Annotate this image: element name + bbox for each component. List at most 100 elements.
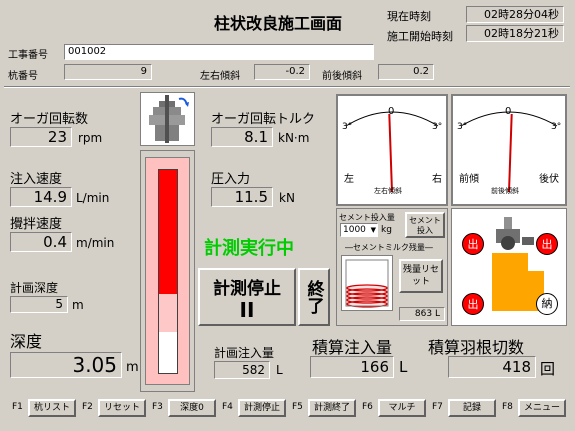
- tilt-fb-side-left: 前傾: [459, 174, 479, 185]
- machine-diagram: 出 出 出 納: [451, 208, 567, 326]
- remain-reset-label: 残量リセット: [402, 265, 439, 287]
- plan-inject-label: 計画注入量: [214, 346, 275, 360]
- current-time-label: 現在時刻: [387, 10, 431, 23]
- milk-tank: [341, 255, 393, 311]
- auger-speed-label: オーガ回転数: [10, 112, 89, 127]
- fkey-f6-key: F6: [362, 402, 373, 412]
- fkey-f7-button[interactable]: 記録: [448, 399, 496, 417]
- pressure-unit: kN: [279, 191, 295, 205]
- mix-speed-unit: m/min: [76, 236, 115, 250]
- tilt-fb-scale-right: 3°: [551, 122, 562, 132]
- total-blade-unit: 回: [540, 360, 556, 378]
- tilt-lr-scale-right: 3°: [432, 122, 443, 132]
- fkey-f1-button[interactable]: 杭リスト: [28, 399, 76, 417]
- divider: [4, 86, 570, 88]
- tilt-lr-gauge: 3° 0 3° 左 右 左右傾斜: [336, 94, 448, 206]
- fkey-f8-button[interactable]: メニュー: [518, 399, 566, 417]
- job-number-value: 001002: [64, 44, 374, 60]
- tilt-lr-label: 左右傾斜: [200, 71, 240, 82]
- inject-speed-unit: L/min: [76, 191, 110, 205]
- tilt-fb-label: 前後傾斜: [322, 71, 362, 82]
- inject-speed-label: 注入速度: [10, 172, 63, 187]
- cement-input-select[interactable]: 1000 ▼: [340, 223, 378, 237]
- inject-speed-value: 14.9: [10, 187, 72, 207]
- fkey-f1-key: F1: [12, 402, 23, 412]
- out-indicator-bottom-left: 出: [462, 293, 484, 315]
- fkey-f2-key: F2: [82, 402, 93, 412]
- start-time-value: 02時18分21秒: [466, 25, 564, 42]
- fkey-f4-key: F4: [222, 402, 233, 412]
- plan-inject-value: 582: [214, 361, 270, 379]
- fkey-f3-key: F3: [152, 402, 163, 412]
- fkey-f4-button[interactable]: 計測停止: [238, 399, 286, 417]
- mix-speed-value: 0.4: [10, 232, 72, 252]
- tilt-fb-side-right: 後伏: [539, 174, 559, 185]
- tilt-lr-scale-center: 0: [388, 106, 395, 117]
- total-inject-label: 積算注入量: [312, 338, 393, 357]
- current-depth-fill: [159, 170, 177, 294]
- pressure-value: 11.5: [211, 187, 273, 207]
- finish-label: 終了: [303, 280, 324, 314]
- plan-inject-unit: L: [276, 363, 283, 377]
- auger-torque-value: 8.1: [211, 127, 273, 147]
- pressure-label: 圧入力: [211, 172, 251, 187]
- out-indicator-top-left: 出: [462, 233, 484, 255]
- plan-depth-unit: m: [72, 298, 84, 312]
- plan-depth-label: 計画深度: [10, 281, 59, 295]
- chevron-down-icon: ▼: [370, 226, 376, 234]
- auger-torque-label: オーガ回転トルク: [211, 112, 316, 127]
- delivery-indicator: 納: [536, 293, 558, 315]
- depth-value: 3.05: [10, 352, 122, 378]
- start-time-label: 施工開始時刻: [387, 30, 453, 43]
- tilt-fb-value: 0.2: [378, 64, 434, 80]
- milk-tank-svg: [345, 259, 389, 308]
- fkey-f8-key: F8: [502, 402, 513, 412]
- fkey-f5-button[interactable]: 計測終了: [308, 399, 356, 417]
- job-number-label: 工事番号: [8, 50, 48, 61]
- tilt-lr-side-right: 右: [432, 174, 442, 185]
- fkey-f2-button[interactable]: リセット: [98, 399, 146, 417]
- pile-number-label: 杭番号: [8, 71, 38, 82]
- page-title: 柱状改良施工画面: [214, 14, 343, 33]
- tilt-lr-scale-left: 3°: [342, 122, 353, 132]
- pile-number-value: 9: [64, 64, 152, 80]
- current-time-value: 02時28分04秒: [466, 6, 564, 23]
- plan-depth-value: 5: [10, 296, 68, 313]
- cement-milk-label: ―セメントミルク残量―: [345, 243, 433, 252]
- tilt-fb-gauge: 3° 0 3° 前傾 後伏 前後傾斜: [451, 94, 567, 206]
- depth-unit: m: [126, 360, 139, 375]
- auger-speed-value: 23: [10, 127, 72, 147]
- rig-icon: [149, 95, 189, 143]
- fkey-f5-key: F5: [292, 402, 303, 412]
- total-blade-label: 積算羽根切数: [428, 338, 525, 357]
- pause-icon: II: [239, 298, 255, 322]
- tilt-fb-scale-left: 3°: [457, 122, 468, 132]
- finish-button[interactable]: 終了: [298, 268, 330, 326]
- out-indicator-top-right: 出: [536, 233, 558, 255]
- stop-measure-label: 計測停止: [213, 279, 281, 299]
- depth-bar-frame: [140, 150, 195, 392]
- mix-speed-label: 攪拌速度: [10, 217, 63, 232]
- auger-torque-unit: kN·m: [278, 131, 310, 145]
- fkey-f3-button[interactable]: 深度0: [168, 399, 216, 417]
- rig-image: [140, 92, 195, 146]
- depth-label: 深度: [10, 332, 43, 351]
- milk-remain-value: 863 L: [399, 307, 445, 321]
- cement-input-button[interactable]: セメント投入: [405, 212, 445, 238]
- cement-input-unit: kg: [381, 225, 392, 235]
- cement-input-value: 1000: [343, 225, 366, 235]
- total-inject-unit: L: [399, 358, 408, 376]
- tilt-fb-caption: 前後傾斜: [491, 187, 519, 195]
- auger-speed-unit: rpm: [78, 131, 103, 145]
- tilt-lr-value: -0.2: [254, 64, 310, 80]
- stop-measure-button[interactable]: 計測停止 II: [198, 268, 296, 326]
- fkey-f7-key: F7: [432, 402, 443, 412]
- tilt-lr-side-left: 左: [344, 174, 354, 185]
- fkey-f6-button[interactable]: マルチ: [378, 399, 426, 417]
- tilt-lr-caption: 左右傾斜: [374, 187, 402, 195]
- cement-input-button-label: セメント投入: [409, 216, 441, 235]
- status-text: 計測実行中: [204, 238, 294, 259]
- total-blade-value: 418: [448, 356, 536, 378]
- remain-reset-button[interactable]: 残量リセット: [399, 259, 443, 293]
- tilt-fb-scale-center: 0: [505, 106, 512, 117]
